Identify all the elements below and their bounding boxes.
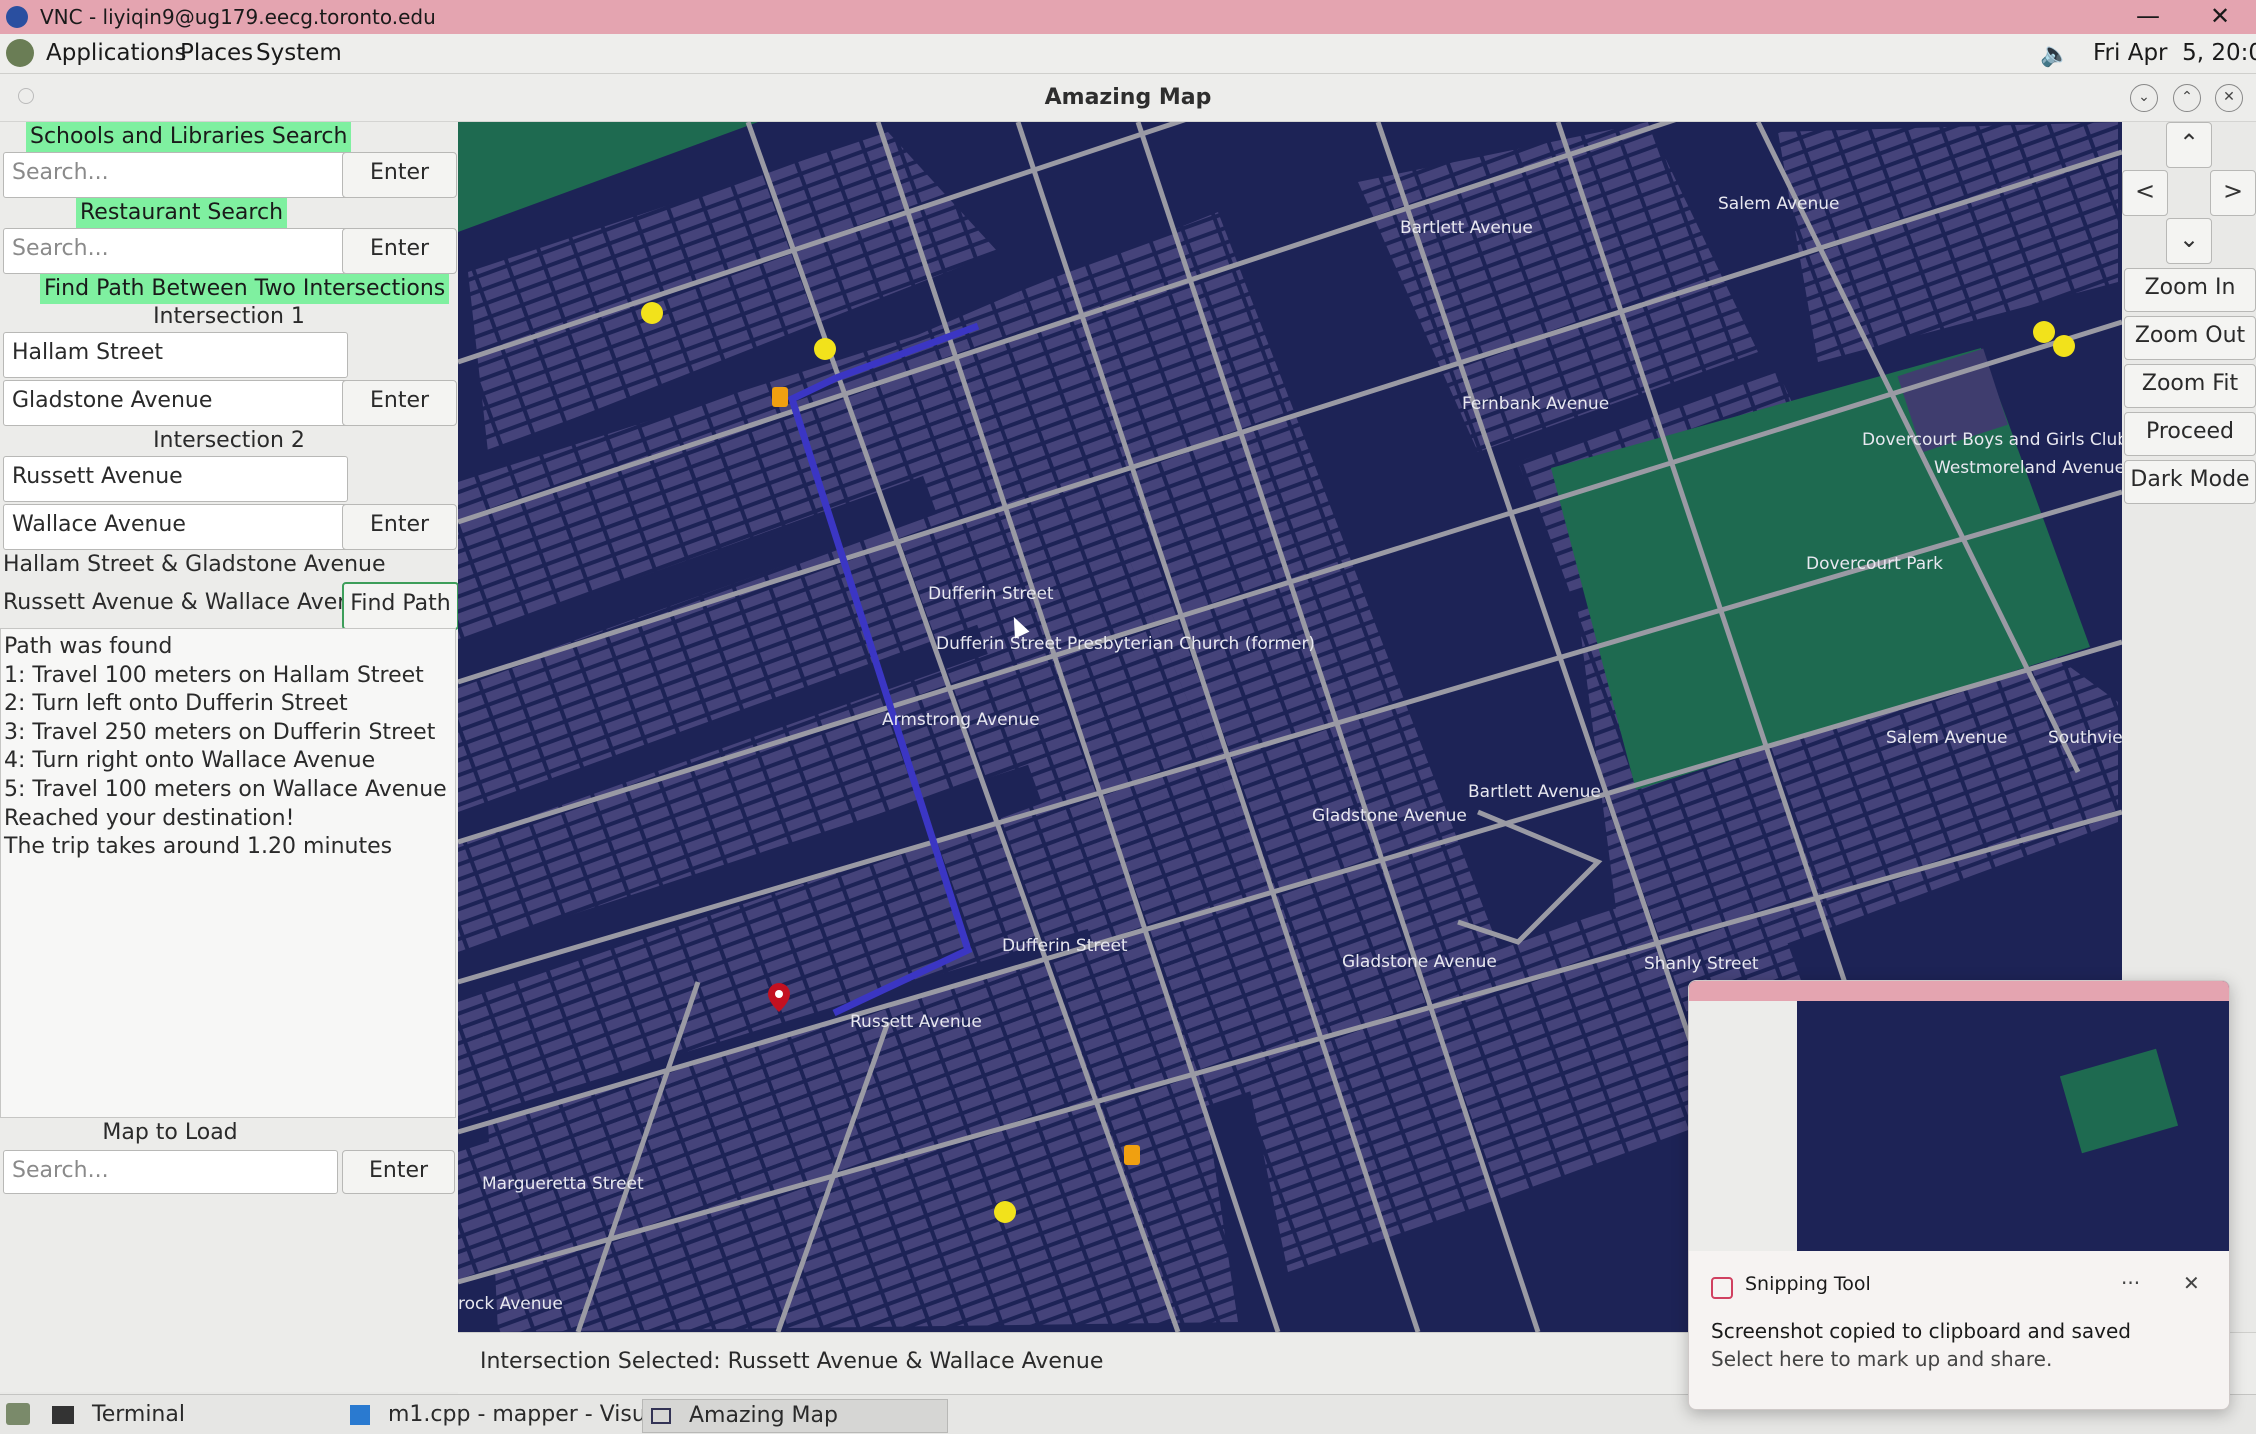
taskbar-amazing-map[interactable]: Amazing Map bbox=[642, 1399, 948, 1433]
directions-line: 3: Travel 250 meters on Dufferin Street bbox=[4, 719, 436, 745]
schools-enter-button[interactable]: Enter bbox=[342, 152, 457, 198]
directions-line: 4: Turn right onto Wallace Avenue bbox=[4, 748, 376, 774]
snip-hint: Select here to mark up and share. bbox=[1711, 1347, 2053, 1371]
zoom-in-button[interactable]: Zoom In bbox=[2124, 268, 2256, 312]
more-options-icon[interactable]: ··· bbox=[2121, 1271, 2140, 1295]
label-presbyterian-church: Dufferin Street Presbyterian Church (for… bbox=[936, 634, 1316, 654]
vnc-logo-icon bbox=[6, 6, 28, 28]
directions-line: Reached your destination! bbox=[4, 805, 295, 831]
label-dovercourt-park: Dovercourt Park bbox=[1806, 554, 1943, 574]
intersection2-street2-input[interactable]: Wallace Avenue bbox=[3, 504, 348, 550]
proceed-button[interactable]: Proceed bbox=[2124, 412, 2256, 456]
close-window-icon[interactable]: ✕ bbox=[2215, 84, 2243, 112]
intersection1-label: Intersection 1 bbox=[153, 304, 305, 329]
chevron-up-icon: ⌃ bbox=[2178, 129, 2200, 157]
screenshot-thumbnail[interactable] bbox=[1689, 981, 2229, 1251]
vnc-title-bar: VNC - liyiqin9@ug179.eecg.toronto.edu — … bbox=[0, 0, 2256, 34]
directions-line: 2: Turn left onto Dufferin Street bbox=[4, 691, 348, 717]
label-bartlett-avenue: Bartlett Avenue bbox=[1400, 218, 1533, 238]
schools-search-label: Schools and Libraries Search bbox=[26, 122, 352, 152]
selected-intersection1: Hallam Street & Gladstone Avenue bbox=[3, 552, 386, 577]
volume-icon[interactable]: 🔈 bbox=[2040, 40, 2070, 68]
label-salem-avenue: Salem Avenue bbox=[1718, 194, 1840, 214]
find-path-button[interactable]: Find Path bbox=[342, 582, 459, 630]
intersection1-enter-button[interactable]: Enter bbox=[342, 380, 457, 426]
label-russett-avenue: Russett Avenue bbox=[850, 1012, 982, 1032]
menu-applications[interactable]: Applications bbox=[46, 40, 187, 66]
label-gladstone-avenue: Gladstone Avenue bbox=[1312, 806, 1467, 826]
intersection1-street2-input[interactable]: Gladstone Avenue bbox=[3, 380, 348, 426]
directions-line: Path was found bbox=[4, 634, 173, 659]
intersection2-street1-input[interactable]: Russett Avenue bbox=[3, 456, 348, 502]
directions-line: 5: Travel 100 meters on Wallace Avenue bbox=[4, 776, 447, 802]
show-desktop-icon[interactable] bbox=[6, 1403, 30, 1425]
directions-line: The trip takes around 1.20 minutes bbox=[4, 834, 393, 860]
restaurant-enter-button[interactable]: Enter bbox=[342, 228, 457, 274]
map-load-input[interactable]: Search... bbox=[3, 1150, 338, 1194]
snipping-tool-notification[interactable]: Snipping Tool ··· ✕ Screenshot copied to… bbox=[1688, 980, 2230, 1410]
thumb-header bbox=[1689, 981, 2229, 1001]
map-load-label: Map to Load bbox=[102, 1120, 238, 1145]
restaurant-search-input[interactable]: Search... bbox=[3, 228, 348, 274]
terminal-icon bbox=[52, 1406, 74, 1424]
label-westmoreland-avenue: Westmoreland Avenue bbox=[1934, 458, 2122, 478]
label-bartlett-avenue-2: Bartlett Avenue bbox=[1468, 782, 1601, 802]
zoom-fit-button[interactable]: Zoom Fit bbox=[2124, 364, 2256, 408]
vnc-close-icon[interactable]: ✕ bbox=[2200, 2, 2240, 30]
map-load-enter-button[interactable]: Enter bbox=[342, 1150, 455, 1194]
label-margueretta-street: Margueretta Street bbox=[482, 1174, 644, 1194]
label-armstrong-avenue: Armstrong Avenue bbox=[882, 710, 1040, 730]
taskbar-vscode[interactable]: m1.cpp - mapper - Visu... bbox=[350, 1399, 667, 1431]
intersection2-label: Intersection 2 bbox=[153, 428, 305, 453]
menu-places[interactable]: Places bbox=[180, 40, 253, 66]
label-rock-avenue: rock Avenue bbox=[458, 1294, 563, 1314]
app-title-bar: Amazing Map ⌄ ⌃ ✕ bbox=[0, 74, 2256, 122]
selected-intersection2: Russett Avenue & Wallace Avenue bbox=[3, 590, 379, 615]
restaurant-search-label: Restaurant Search bbox=[76, 198, 288, 228]
label-southview: Southview bbox=[2048, 728, 2122, 748]
find-path-label: Find Path Between Two Intersections bbox=[40, 274, 450, 304]
snip-message: Screenshot copied to clipboard and saved bbox=[1711, 1319, 2131, 1343]
label-dufferin-street-2: Dufferin Street bbox=[1002, 936, 1128, 956]
top-panel: Applications Places System 🔈 Fri Apr 5, … bbox=[0, 34, 2256, 74]
status-text: Intersection Selected: Russett Avenue & … bbox=[480, 1349, 1104, 1374]
pan-up-button[interactable]: ⌃ bbox=[2166, 122, 2212, 168]
label-salem-avenue-2: Salem Avenue bbox=[1886, 728, 2008, 748]
close-icon[interactable]: ✕ bbox=[2183, 1271, 2200, 1295]
directions-line: 1: Travel 100 meters on Hallam Street bbox=[4, 662, 424, 688]
label-dovercourt-club: Dovercourt Boys and Girls Club bbox=[1862, 430, 2122, 450]
maximize-window-icon[interactable]: ⌃ bbox=[2173, 84, 2201, 112]
snipping-tool-icon bbox=[1711, 1277, 1733, 1299]
clock[interactable]: Fri Apr 5, 20:05 bbox=[2093, 40, 2256, 66]
vnc-title: VNC - liyiqin9@ug179.eecg.toronto.edu bbox=[40, 5, 436, 29]
pan-down-button[interactable]: ⌄ bbox=[2166, 218, 2212, 264]
menu-system[interactable]: System bbox=[256, 40, 342, 66]
gnome-foot-icon[interactable] bbox=[6, 39, 34, 67]
snip-app-name: Snipping Tool bbox=[1745, 1273, 1871, 1295]
label-gladstone-avenue-2: Gladstone Avenue bbox=[1342, 952, 1497, 972]
label-fernbank-avenue: Fernbank Avenue bbox=[1462, 394, 1610, 414]
chevron-down-icon: ⌄ bbox=[2178, 225, 2200, 253]
schools-search-input[interactable]: Search... bbox=[3, 152, 348, 198]
thumb-park bbox=[2059, 1048, 2179, 1154]
app-title: Amazing Map bbox=[1044, 85, 1212, 110]
minimize-icon[interactable]: — bbox=[2128, 2, 2168, 30]
thumb-sidebar bbox=[1689, 1001, 1797, 1251]
chevron-left-icon: < bbox=[2134, 177, 2156, 205]
minimize-window-icon[interactable]: ⌄ bbox=[2130, 84, 2158, 112]
pan-left-button[interactable]: < bbox=[2122, 170, 2168, 216]
zoom-out-button[interactable]: Zoom Out bbox=[2124, 316, 2256, 360]
chevron-right-icon: > bbox=[2222, 177, 2244, 205]
label-shanly-street: Shanly Street bbox=[1644, 954, 1759, 974]
label-dufferin-street: Dufferin Street bbox=[928, 584, 1054, 604]
directions-panel: Path was found 1: Travel 100 meters on H… bbox=[0, 628, 456, 1118]
taskbar-terminal[interactable]: Terminal bbox=[52, 1399, 185, 1431]
intersection2-enter-button[interactable]: Enter bbox=[342, 504, 457, 550]
dark-mode-button[interactable]: Dark Mode bbox=[2124, 460, 2256, 504]
vscode-icon bbox=[350, 1405, 370, 1425]
pan-right-button[interactable]: > bbox=[2210, 170, 2256, 216]
window-icon bbox=[651, 1408, 671, 1424]
intersection1-street1-input[interactable]: Hallam Street bbox=[3, 332, 348, 378]
